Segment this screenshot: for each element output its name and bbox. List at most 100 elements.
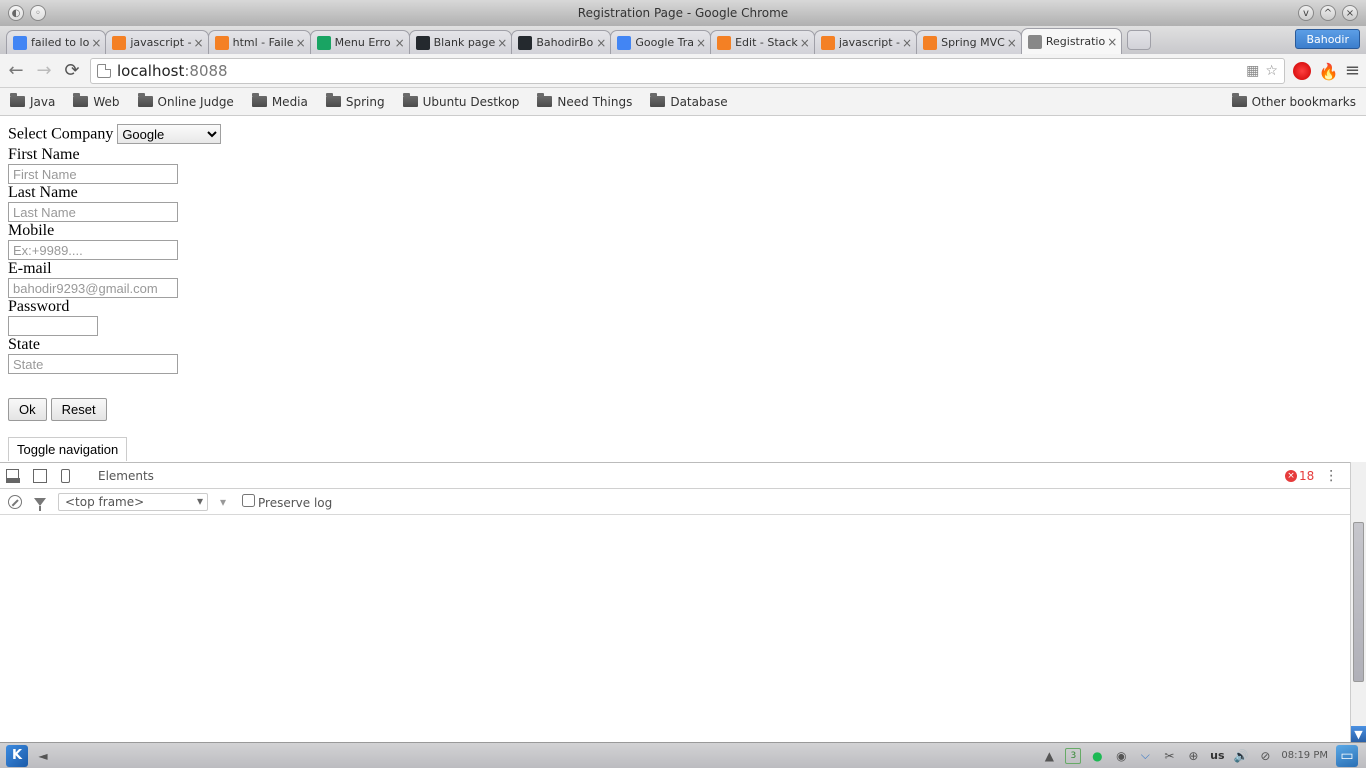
first-name-input[interactable] [8,164,178,184]
mobile-input[interactable] [8,240,178,260]
profile-chip[interactable]: Bahodir [1295,29,1360,49]
browser-tab[interactable]: Registratio× [1021,28,1122,54]
tab-close-icon[interactable]: × [1107,35,1117,49]
email-label: E-mail [8,260,1358,278]
tab-label: javascript - [839,36,900,49]
bookmark-folder[interactable]: Media [252,95,308,109]
tray-expand-icon[interactable]: ▲ [1041,748,1057,764]
translate-icon[interactable]: ▦ [1246,63,1259,79]
close-button[interactable]: × [1342,5,1358,21]
inspect-element-icon[interactable] [33,469,47,483]
device-mode-icon[interactable] [61,469,70,483]
app-menu-icon[interactable]: ◐ [8,5,24,21]
bookmark-folder[interactable]: Ubuntu Destkop [403,95,520,109]
browser-tab[interactable]: html - Faile× [208,30,311,54]
tab-close-icon[interactable]: × [902,36,912,50]
dock-side-icon[interactable] [6,469,19,482]
ok-button[interactable]: Ok [8,398,47,421]
tab-label: Registratio [1046,35,1105,48]
tab-close-icon[interactable]: × [1007,36,1017,50]
minimize-button[interactable]: v [1298,5,1314,21]
show-desktop-button[interactable]: ▭ [1336,745,1358,767]
console-toolbar: <top frame> ▾ Preserve log [0,489,1366,515]
tab-close-icon[interactable]: × [194,36,204,50]
devtools-scrollbar[interactable]: ▼ [1350,462,1366,742]
frame-selector[interactable]: <top frame> [58,493,208,511]
bookmark-folder[interactable]: Java [10,95,55,109]
forward-button[interactable]: → [34,61,54,81]
tab-label: html - Faile [233,36,294,49]
clock[interactable]: 08:19 PM [1281,750,1328,761]
reload-button[interactable]: ⟳ [62,61,82,81]
folder-icon [10,96,25,107]
error-count-badge[interactable]: ×18 [1285,469,1314,483]
browser-tab[interactable]: javascript -× [814,30,917,54]
devtools-tab-elements[interactable]: Elements [98,463,154,489]
browser-tab[interactable]: failed to lo× [6,30,106,54]
network-icon[interactable]: ⊕ [1185,748,1201,764]
favicon-icon [317,36,331,50]
taskbar-prev-icon[interactable]: ◄ [34,747,52,765]
tab-close-icon[interactable]: × [800,36,810,50]
browser-tab[interactable]: BahodirBo× [511,30,611,54]
password-input[interactable] [8,316,98,336]
tab-close-icon[interactable]: × [696,36,706,50]
maximize-button[interactable]: ^ [1320,5,1336,21]
volume-icon[interactable]: 🔊 [1233,748,1249,764]
battery-icon[interactable]: 3 [1065,748,1081,764]
notifications-icon[interactable]: ⊘ [1257,748,1273,764]
reset-button[interactable]: Reset [51,398,107,421]
bookmark-folder[interactable]: Spring [326,95,385,109]
new-tab-button[interactable] [1127,30,1151,50]
folder-icon [1232,96,1247,107]
back-button[interactable]: ← [6,61,26,81]
browser-tab[interactable]: Spring MVC× [916,30,1022,54]
tab-close-icon[interactable]: × [596,36,606,50]
bookmark-folder[interactable]: Web [73,95,119,109]
clear-console-icon[interactable] [8,495,22,509]
url-bar[interactable]: localhost:8088 ▦ ☆ [90,58,1285,84]
tab-close-icon[interactable]: × [296,36,306,50]
site-info-icon[interactable] [97,64,111,78]
company-select[interactable]: Google [117,124,221,144]
bluetooth-icon[interactable]: ⌵ [1137,748,1153,764]
bookmark-folder[interactable]: Online Judge [138,95,234,109]
scroll-down-icon[interactable]: ▼ [1351,726,1366,742]
state-input[interactable] [8,354,178,374]
toggle-navigation-button[interactable]: Toggle navigation [8,437,127,461]
preserve-log-checkbox[interactable]: Preserve log [238,494,332,510]
devtools-panel: Elements ×18 ⋮ ✕ <top frame> ▾ Preserve … [0,462,1366,742]
filter-icon[interactable] [34,498,46,506]
favicon-icon [13,36,27,50]
tab-label: Google Tra [635,36,694,49]
spotify-tray-icon[interactable]: ● [1089,748,1105,764]
other-bookmarks[interactable]: Other bookmarks [1232,95,1356,109]
email-input[interactable] [8,278,178,298]
browser-tab[interactable]: Blank page× [409,30,513,54]
tab-close-icon[interactable]: × [497,36,507,50]
bookmark-folder[interactable]: Database [650,95,727,109]
scrollbar-thumb[interactable] [1353,522,1364,682]
last-name-input[interactable] [8,202,178,222]
chrome-tray-icon[interactable]: ◉ [1113,748,1129,764]
bookmark-star-icon[interactable]: ☆ [1265,63,1278,79]
chrome-menu-icon[interactable]: ≡ [1345,60,1360,81]
bookmark-folder[interactable]: Need Things [537,95,632,109]
pin-icon[interactable]: ◦ [30,5,46,21]
browser-tab[interactable]: Google Tra× [610,30,711,54]
favicon-icon [416,36,430,50]
clipboard-icon[interactable]: ✂ [1161,748,1177,764]
opera-extension-icon[interactable] [1293,62,1311,80]
browser-tab[interactable]: Edit - Stack× [710,30,815,54]
tab-close-icon[interactable]: × [395,36,405,50]
devtools-menu-icon[interactable]: ⋮ [1324,468,1338,484]
extension-icon[interactable]: 🔥 [1319,62,1337,80]
tab-close-icon[interactable]: × [91,36,101,50]
system-tray: ▲ 3 ● ◉ ⌵ ✂ ⊕ us 🔊 ⊘ 08:19 PM ▭ [1041,745,1366,767]
console-output[interactable] [0,515,1366,742]
browser-tab[interactable]: javascript -× [105,30,208,54]
kde-start-button[interactable]: K [6,745,28,767]
window-titlebar: ◐ ◦ Registration Page - Google Chrome v … [0,0,1366,26]
keyboard-layout[interactable]: us [1209,748,1225,764]
browser-tab[interactable]: Menu Erro× [310,30,410,54]
